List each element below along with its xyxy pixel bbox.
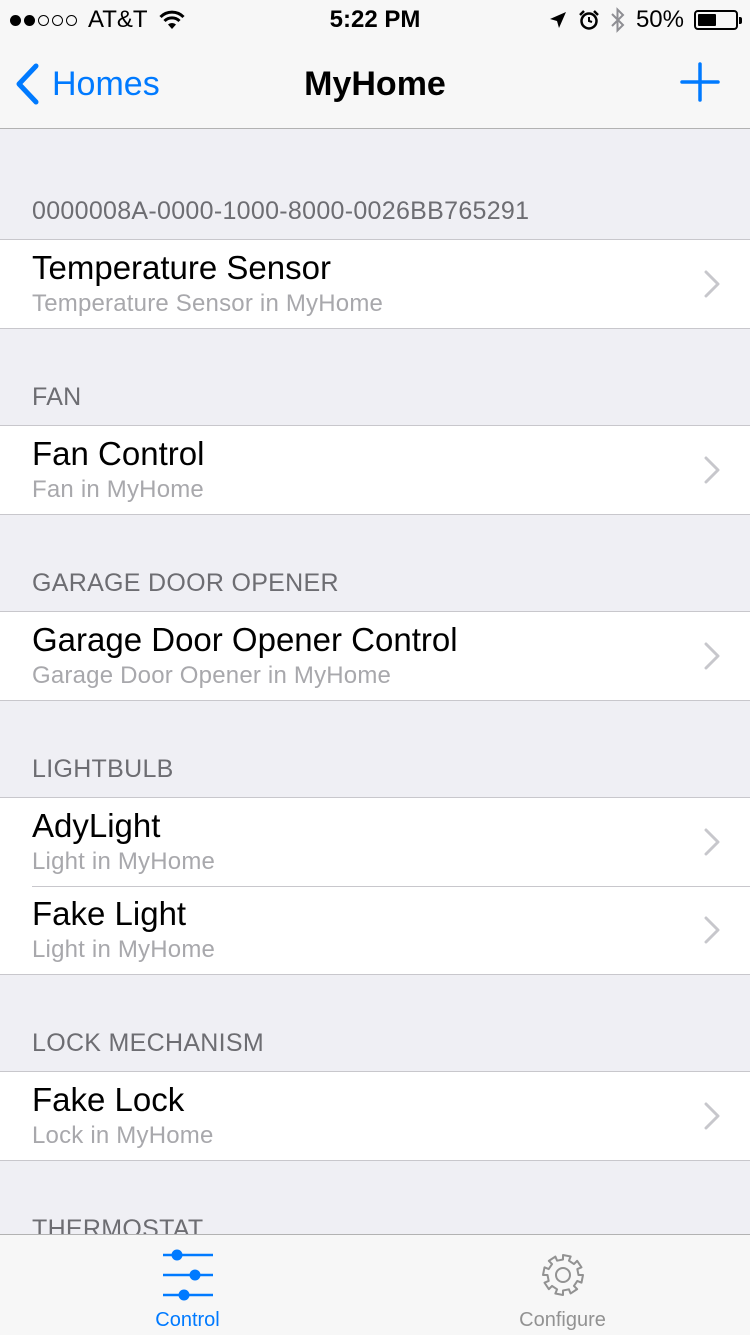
accessory-title: Fake Lock	[32, 1081, 185, 1118]
signal-dot-empty	[66, 14, 77, 26]
tab-bar: Control Configure	[0, 1234, 750, 1335]
chevron-right-icon	[704, 642, 720, 670]
section: LOCK MECHANISM Fake Lock Lock in MyHome	[0, 975, 750, 1161]
section: LIGHTBULB AdyLight Light in MyHome Fake Lig…	[0, 701, 750, 975]
chevron-right-icon	[704, 916, 720, 944]
sliders-icon	[162, 1249, 213, 1301]
battery-percent: 50%	[635, 6, 684, 33]
section-header: THERMOSTAT	[32, 1215, 204, 1234]
section-group: AdyLight Light in MyHome Fake Light Light i…	[0, 797, 750, 975]
bluetooth-icon	[611, 7, 625, 33]
battery-icon	[694, 10, 742, 30]
section-group: Garage Door Opener Control Garage Door Op…	[0, 611, 750, 701]
chevron-right-icon	[704, 1102, 720, 1130]
signal-dot-empty	[38, 14, 49, 26]
accessory-row[interactable]: Fan Control Fan in MyHome	[0, 426, 750, 514]
back-button[interactable]: Homes	[14, 40, 160, 128]
tab-control[interactable]: Control	[0, 1235, 375, 1335]
section: FAN Fan Control Fan in MyHome	[0, 329, 750, 515]
status-left: AT&T	[10, 6, 186, 34]
section-group: Fan Control Fan in MyHome	[0, 425, 750, 515]
accessory-title: Temperature Sensor	[32, 249, 331, 286]
gear-icon	[541, 1254, 584, 1296]
accessory-subtitle: Light in MyHome	[32, 936, 216, 963]
tab-configure[interactable]: Configure	[375, 1235, 750, 1335]
status-bar: AT&T 5:22 PM 50%	[0, 0, 750, 40]
accessory-subtitle: Garage Door Opener in MyHome	[32, 662, 392, 689]
signal-strength-icon	[10, 14, 80, 26]
accessory-subtitle: Lock in MyHome	[32, 1122, 214, 1149]
section-group: Fake Lock Lock in MyHome	[0, 1071, 750, 1161]
section-header: 0000008A-0000-1000-8000-0026BB765291	[32, 197, 530, 225]
section-header: LOCK MECHANISM	[32, 1029, 265, 1057]
section: 0000008A-0000-1000-8000-0026BB765291 Temp…	[0, 129, 750, 329]
signal-dot-filled	[24, 14, 35, 26]
signal-dot-filled	[10, 14, 21, 26]
accessory-subtitle: Fan in MyHome	[32, 476, 204, 503]
tab-control-label: Control	[155, 1309, 220, 1331]
accessory-title: Garage Door Opener Control	[32, 621, 458, 658]
chevron-left-icon	[16, 63, 39, 105]
wifi-icon	[158, 10, 185, 29]
battery-fill	[698, 14, 716, 26]
status-right: 50%	[538, 6, 742, 34]
accessory-list[interactable]: 0000008A-0000-1000-8000-0026BB765291 Temp…	[0, 129, 750, 1234]
back-button-label: Homes	[52, 64, 160, 103]
accessory-title: Fake Light	[32, 895, 187, 932]
chevron-right-icon	[704, 828, 720, 856]
tab-configure-label: Configure	[519, 1309, 606, 1331]
accessory-subtitle: Light in MyHome	[32, 848, 216, 875]
accessory-row[interactable]: AdyLight Light in MyHome	[0, 798, 750, 886]
accessory-title: Fan Control	[32, 435, 205, 472]
accessory-subtitle: Temperature Sensor in MyHome	[32, 290, 384, 317]
accessory-title: AdyLight	[32, 807, 161, 844]
accessory-row[interactable]: Fake Light Light in MyHome	[0, 886, 750, 974]
chevron-right-icon	[704, 270, 720, 298]
signal-dot-empty	[52, 14, 63, 26]
accessory-row[interactable]: Fake Lock Lock in MyHome	[0, 1072, 750, 1160]
add-button[interactable]	[680, 62, 720, 102]
accessory-row[interactable]: Temperature Sensor Temperature Sensor in …	[0, 240, 750, 328]
section-header: FAN	[32, 383, 82, 411]
location-arrow-icon	[549, 12, 566, 28]
section-header: GARAGE DOOR OPENER	[32, 569, 339, 597]
section: GARAGE DOOR OPENER Garage Door Opener Con…	[0, 515, 750, 701]
navigation-bar: Homes MyHome	[0, 40, 750, 129]
section-header: LIGHTBULB	[32, 755, 174, 783]
carrier-name: AT&T	[88, 6, 148, 33]
section: THERMOSTAT	[0, 1161, 750, 1234]
accessory-row[interactable]: Garage Door Opener Control Garage Door Op…	[0, 612, 750, 700]
chevron-right-icon	[704, 456, 720, 484]
alarm-icon	[579, 10, 599, 30]
section-group: Temperature Sensor Temperature Sensor in …	[0, 239, 750, 329]
